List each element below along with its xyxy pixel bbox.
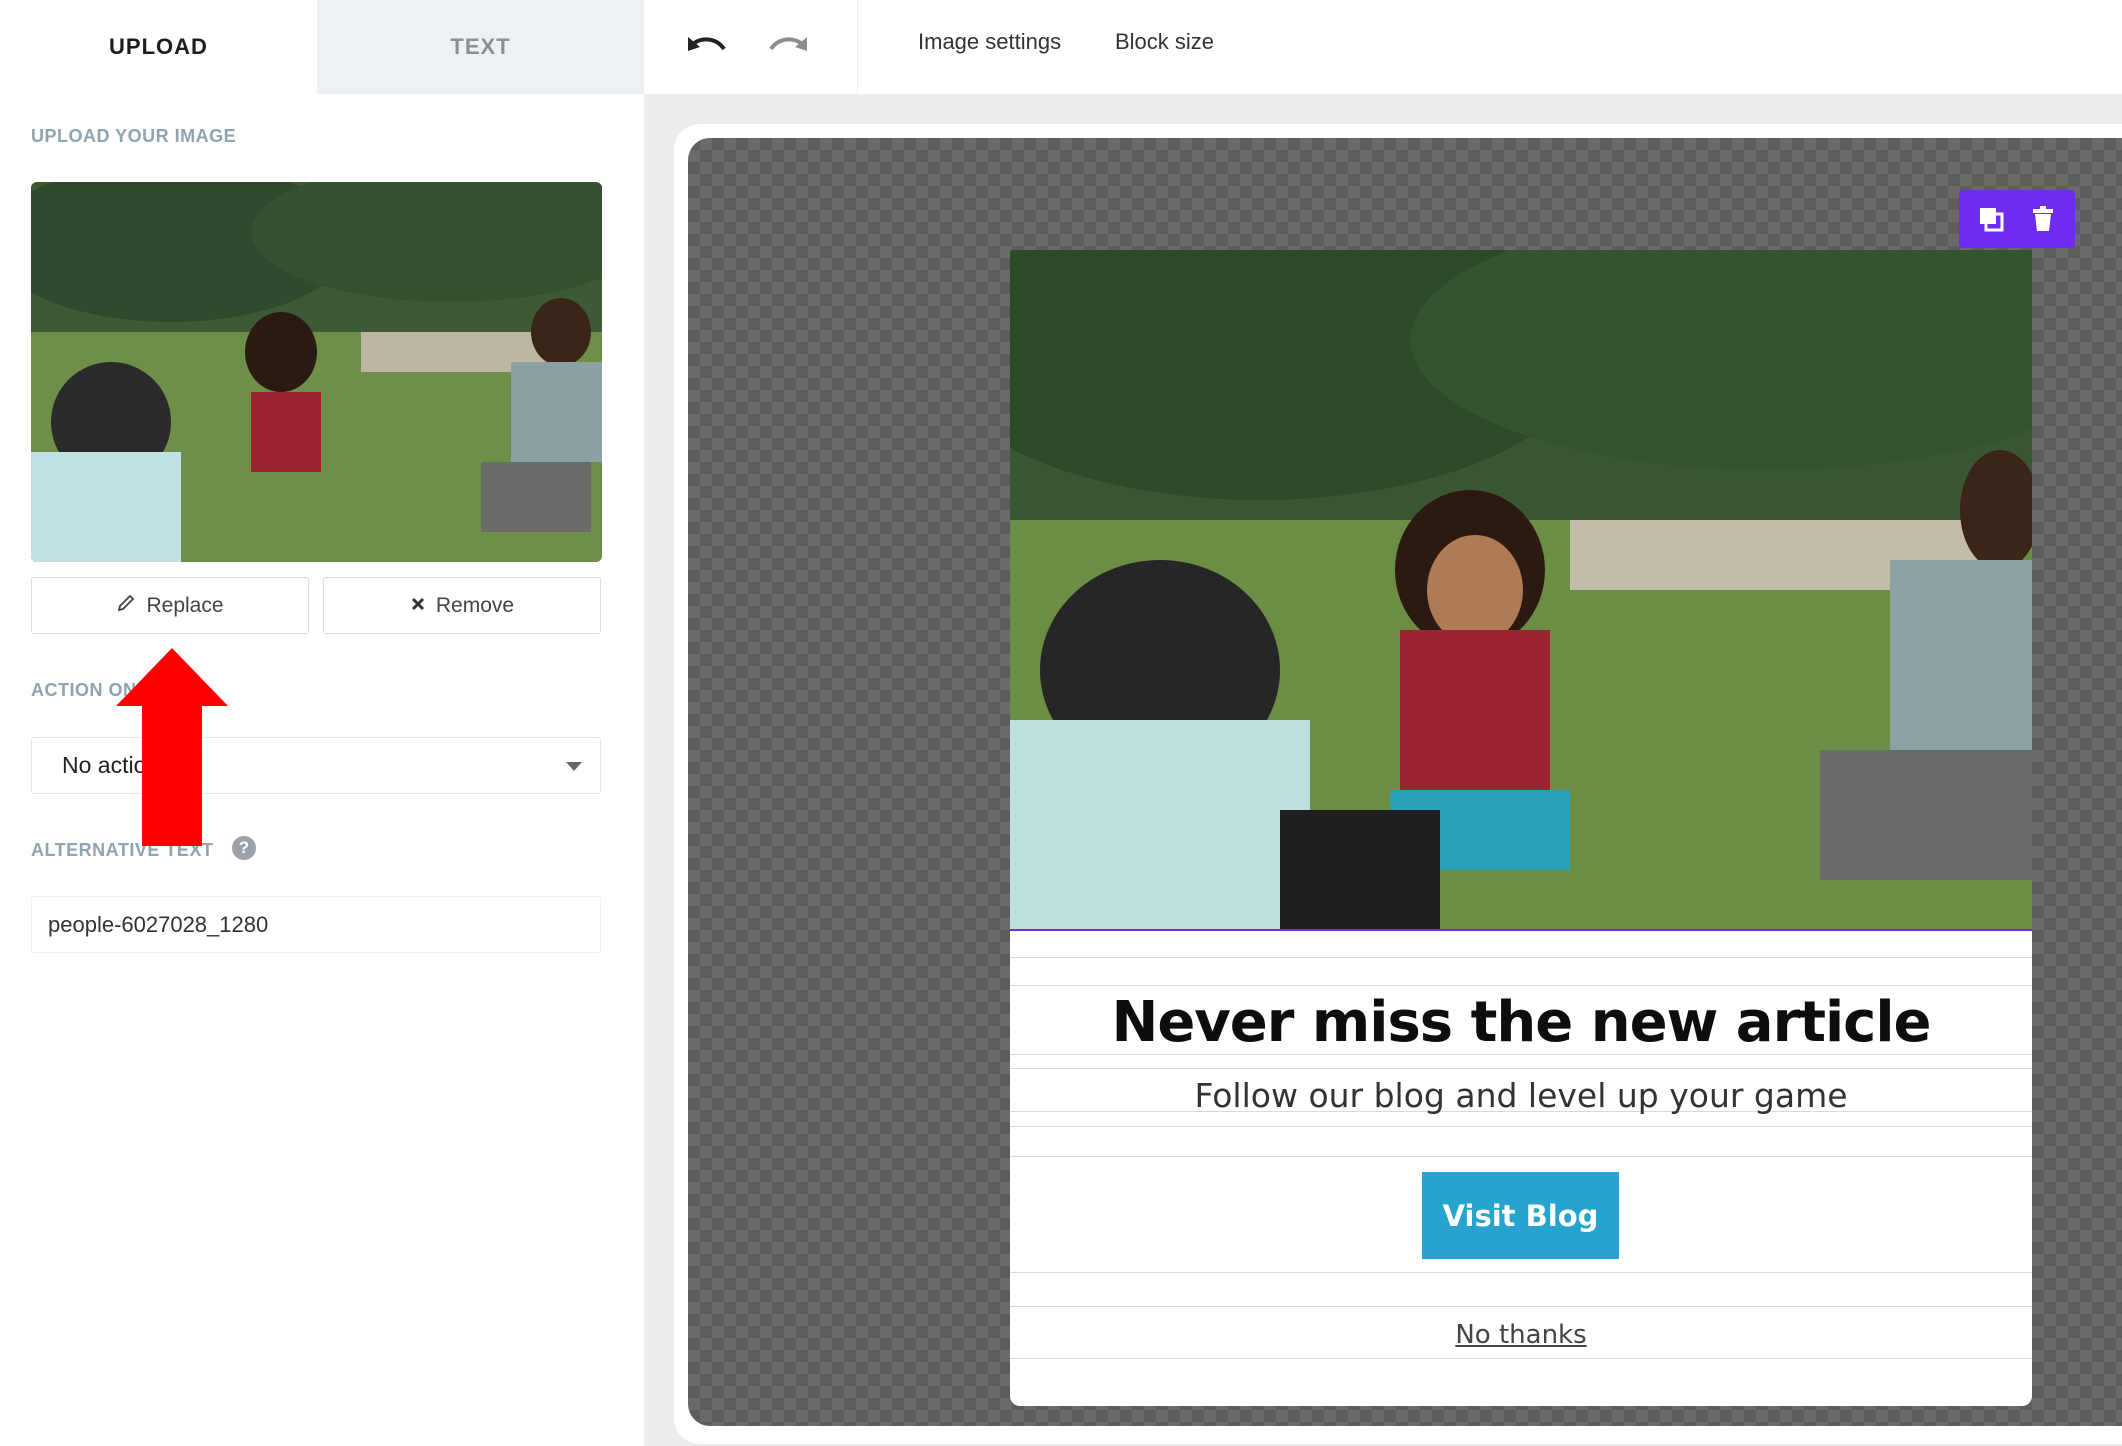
tab-text[interactable]: TEXT <box>317 0 644 94</box>
popup-photo-graphic <box>1010 250 2032 929</box>
canvas-checkerboard: Never miss the new article Follow our bl… <box>688 138 2122 1426</box>
tab-upload[interactable]: UPLOAD <box>0 0 317 94</box>
chevron-down-icon <box>566 762 582 771</box>
panel-tabs: UPLOAD TEXT <box>0 0 644 94</box>
guide-line <box>1010 1306 2032 1307</box>
popup-preview: Never miss the new article Follow our bl… <box>1010 250 2032 1406</box>
redo-icon[interactable] <box>765 24 811 70</box>
duplicate-icon[interactable] <box>1972 200 2010 238</box>
guide-line <box>1010 1358 2032 1359</box>
no-thanks-link[interactable]: No thanks <box>1010 1320 2032 1350</box>
upload-section-label: UPLOAD YOUR IMAGE <box>31 126 237 146</box>
remove-button[interactable]: Remove <box>323 577 601 634</box>
toolbar-divider <box>857 0 858 94</box>
help-icon[interactable]: ? <box>232 836 256 860</box>
close-icon <box>410 594 426 618</box>
popup-title[interactable]: Never miss the new article <box>1010 990 2032 1055</box>
canvas-area: Never miss the new article Follow our bl… <box>644 94 2122 1446</box>
block-actions-toolbar <box>1959 190 2075 248</box>
guide-line <box>1010 1126 2032 1127</box>
alt-text-input[interactable] <box>31 896 601 953</box>
top-toolbar: Image settings Block size <box>644 0 2122 95</box>
block-size-link[interactable]: Block size <box>1115 29 1214 55</box>
guide-line <box>1010 1156 2032 1157</box>
visit-blog-button[interactable]: Visit Blog <box>1422 1172 1619 1259</box>
left-panel: UPLOAD TEXT UPLOAD YOUR IMAGE Replace Re… <box>0 0 644 1446</box>
image-settings-link[interactable]: Image settings <box>918 29 1061 55</box>
guide-line <box>1010 1272 2032 1273</box>
guide-line <box>1010 957 2032 958</box>
replace-button[interactable]: Replace <box>31 577 309 634</box>
replace-button-label: Replace <box>146 593 224 617</box>
red-arrow-annotation <box>116 648 228 846</box>
image-thumbnail <box>31 182 602 562</box>
guide-line <box>1010 1068 2032 1069</box>
guide-line <box>1010 985 2032 986</box>
pencil-icon <box>116 593 136 619</box>
photo-thumbnail-graphic <box>31 182 602 562</box>
popup-subtitle[interactable]: Follow our blog and level up your game <box>1010 1076 2032 1115</box>
trash-icon[interactable] <box>2024 200 2062 238</box>
popup-image[interactable] <box>1010 250 2032 931</box>
undo-icon[interactable] <box>684 24 730 70</box>
remove-button-label: Remove <box>435 593 515 617</box>
